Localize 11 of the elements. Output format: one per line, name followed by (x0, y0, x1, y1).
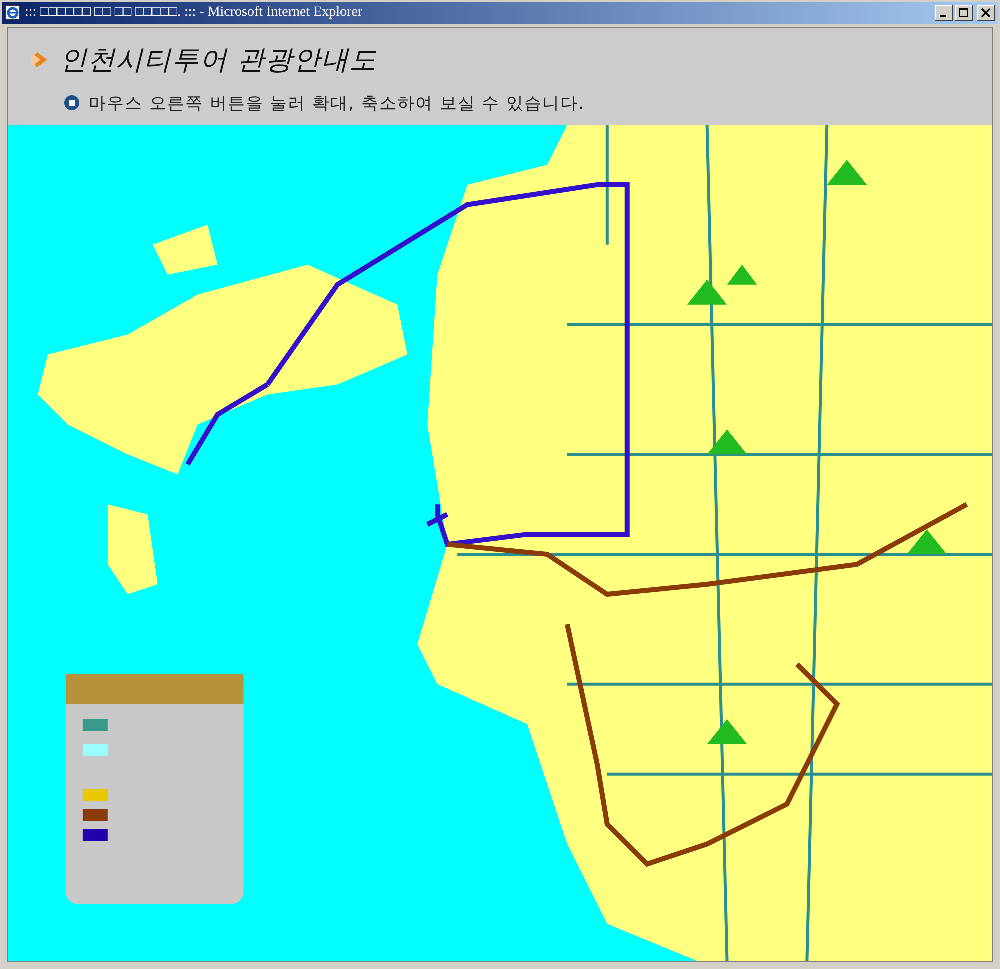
minimize-button[interactable] (935, 4, 953, 21)
page-title: 인천시티투어 관광안내도 (60, 44, 378, 78)
bullet-icon (64, 95, 80, 112)
window-title: ::: □□□□□□ □□ □□ □□□□□. ::: - Microsoft Internet Explorer (25, 4, 364, 21)
close-button[interactable] (977, 4, 995, 21)
close-icon (981, 8, 991, 18)
browser-icon (5, 4, 21, 21)
maximize-button[interactable] (955, 4, 973, 21)
maximize-icon (959, 8, 969, 18)
minimize-icon (940, 14, 946, 17)
instruction-text: 마우스 오른쪽 버튼을 눌러 확대, 축소하여 보실 수 있습니다. (89, 92, 586, 115)
